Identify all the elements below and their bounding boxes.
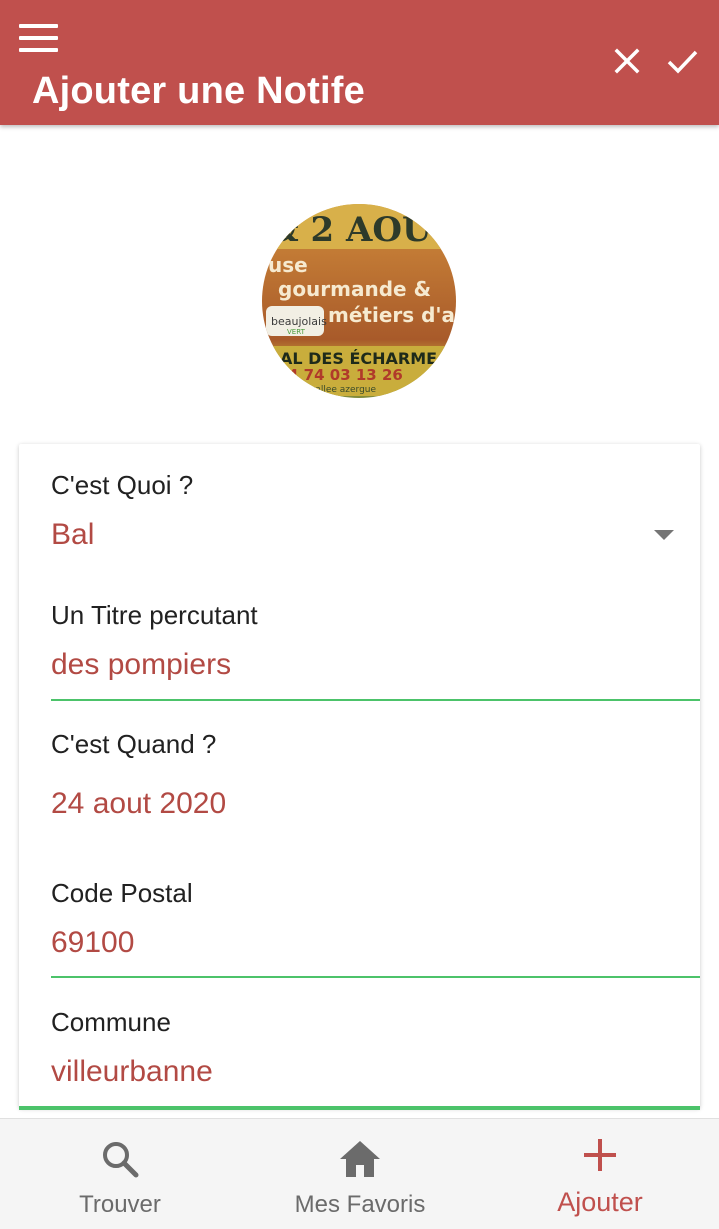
postal-code-value: 69100 [51, 926, 135, 959]
title-underline [51, 699, 700, 701]
poster-line-2: use [268, 253, 308, 277]
postal-code-input[interactable] [51, 918, 700, 976]
nav-label-trouver: Trouver [79, 1191, 161, 1218]
search-icon [100, 1139, 140, 1184]
date-label: C'est Quand ? [51, 729, 217, 759]
bottom-navigation: Trouver Mes Favoris Ajouter [0, 1118, 719, 1229]
dropdown-caret-icon[interactable] [654, 530, 674, 540]
type-dropdown[interactable] [51, 504, 671, 568]
poster-line-3: gourmande & [278, 277, 431, 301]
poster-line-1: & 2 AOÛ [268, 209, 432, 250]
poster-line-6: VERT [287, 328, 306, 336]
page-title: Ajouter une Notife [32, 70, 365, 112]
home-icon [339, 1139, 381, 1184]
nav-item-mes-favoris[interactable]: Mes Favoris [240, 1119, 480, 1229]
nav-item-trouver[interactable]: Trouver [0, 1119, 240, 1229]
postal-code-underline [51, 976, 700, 978]
poster-line-8: 4 74 03 13 26 [288, 366, 403, 384]
type-label: C'est Quoi ? [51, 470, 194, 500]
check-icon[interactable] [662, 42, 702, 80]
close-icon[interactable] [608, 42, 646, 80]
commune-underline [19, 1106, 700, 1110]
nav-label-ajouter: Ajouter [557, 1187, 643, 1217]
nav-label-mes-favoris: Mes Favoris [294, 1191, 426, 1218]
poster-line-4: métiers d'a [328, 303, 455, 327]
type-value: Bal [51, 518, 95, 551]
app-bar: Ajouter une Notife [0, 0, 719, 125]
commune-label: Commune [51, 1007, 171, 1037]
title-label: Un Titre percutant [51, 600, 258, 630]
nav-item-ajouter[interactable]: Ajouter [480, 1119, 719, 1229]
postal-code-label: Code Postal [51, 878, 193, 908]
title-value: des pompiers [51, 648, 232, 681]
poster-line-5: beaujolais [271, 315, 327, 328]
commune-value: villeurbanne [51, 1055, 213, 1088]
poster-line-9: vallee azergue [310, 385, 377, 395]
event-photo[interactable]: & 2 AOÛ use gourmande & beaujolais VERT … [262, 204, 456, 398]
form-card: C'est Quoi ? Bal Un Titre percutant des … [19, 444, 700, 1110]
menu-icon[interactable] [19, 24, 59, 52]
date-value: 24 aout 2020 [51, 787, 227, 820]
plus-icon [580, 1135, 620, 1180]
